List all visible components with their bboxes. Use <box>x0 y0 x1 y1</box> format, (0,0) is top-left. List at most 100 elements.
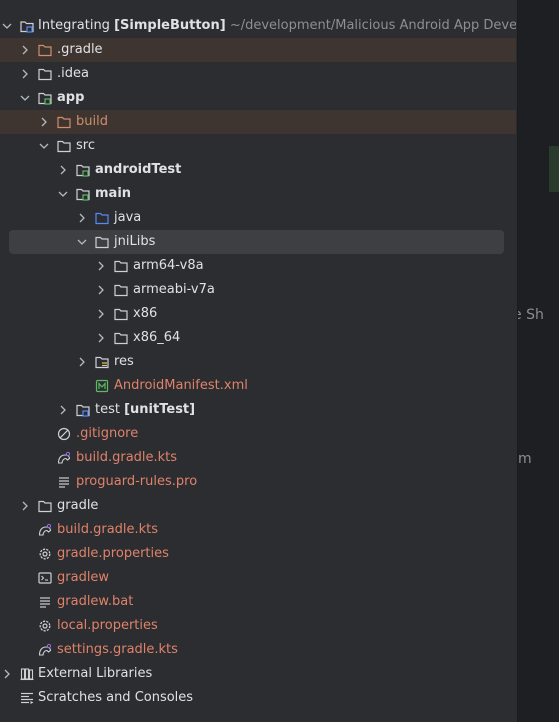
tree-label: arm64-v8a <box>133 258 204 273</box>
chevron-right-icon[interactable] <box>20 45 30 55</box>
tree-row-gitignore[interactable]: .gitignore <box>0 422 516 446</box>
libraries-icon <box>20 667 34 681</box>
tree-label: build.gradle.kts <box>76 450 178 465</box>
folder-icon <box>38 499 52 513</box>
chevron-down-icon[interactable] <box>39 141 49 151</box>
chevron-down-icon[interactable] <box>20 93 30 103</box>
tree-row-root-build-gradle[interactable]: build.gradle.kts <box>0 518 516 542</box>
tree-label: local.properties <box>57 618 158 633</box>
tree-row-proguard[interactable]: proguard-rules.pro <box>0 470 516 494</box>
tree-label: gradlew.bat <box>57 594 134 609</box>
manifest-file-icon <box>95 379 109 393</box>
tree-label: gradlew <box>57 570 110 585</box>
tree-row-gradle-dir[interactable]: .gradle <box>0 38 516 62</box>
tree-row-gradle-properties[interactable]: gradle.properties <box>0 542 516 566</box>
chevron-down-icon[interactable] <box>77 237 87 247</box>
tree-label: Scratches and Consoles <box>38 690 194 705</box>
chevron-right-icon[interactable] <box>96 285 106 295</box>
module-folder-icon <box>38 91 52 105</box>
tree-row-gradlew-bat[interactable]: gradlew.bat <box>0 590 516 614</box>
tree-row-app[interactable]: app <box>0 86 516 110</box>
tree-row-app-build-gradle[interactable]: build.gradle.kts <box>0 446 516 470</box>
shell-script-icon <box>38 571 52 585</box>
chevron-right-icon[interactable] <box>58 165 68 175</box>
chevron-right-icon[interactable] <box>2 669 12 679</box>
tree-label: settings.gradle.kts <box>57 642 178 657</box>
tree-row-external-libraries[interactable]: External Libraries <box>0 662 516 686</box>
chevron-right-icon[interactable] <box>96 309 106 319</box>
tree-row-java[interactable]: java <box>0 206 516 230</box>
tree-label: .gitignore <box>76 426 139 441</box>
tree-row-scratches[interactable]: Scratches and Consoles <box>0 686 516 710</box>
tree-label: Integrating [SimpleButton] ~/development… <box>38 14 516 38</box>
gradle-file-icon <box>57 451 71 465</box>
chevron-right-icon[interactable] <box>58 405 68 415</box>
tree-label: build <box>76 114 108 129</box>
chevron-right-icon[interactable] <box>39 117 49 127</box>
chevron-right-icon[interactable] <box>77 213 87 223</box>
project-module-icon <box>20 19 34 33</box>
tree-row-main[interactable]: main <box>0 182 516 206</box>
source-folder-icon <box>95 211 109 225</box>
project-name: Integrating <box>38 18 110 33</box>
settings-file-icon <box>38 547 52 561</box>
gradle-file-icon <box>38 523 52 537</box>
tree-label: proguard-rules.pro <box>76 474 198 489</box>
tree-label: app <box>57 90 85 105</box>
tree-label: src <box>76 138 95 153</box>
tree-row-gradle-folder[interactable]: gradle <box>0 494 516 518</box>
tree-label: .gradle <box>57 42 103 57</box>
tree-label: java <box>114 210 142 225</box>
chevron-right-icon[interactable] <box>20 501 30 511</box>
folder-icon <box>114 259 128 273</box>
chevron-right-icon[interactable] <box>96 333 106 343</box>
chevron-right-icon[interactable] <box>20 69 30 79</box>
tree-label: test [unitTest] <box>95 398 195 422</box>
tree-row-res[interactable]: res <box>0 350 516 374</box>
text-file-icon <box>38 595 52 609</box>
gitignore-file-icon <box>57 427 71 441</box>
project-tool-window: Integrating [SimpleButton] ~/development… <box>0 0 516 722</box>
folder-icon <box>57 139 71 153</box>
test-folder-icon <box>76 403 90 417</box>
tree-row-settings-gradle[interactable]: settings.gradle.kts <box>0 638 516 662</box>
tree-label: x86 <box>133 306 158 321</box>
tree-label: gradle.properties <box>57 546 169 561</box>
test-folder-icon <box>76 163 90 177</box>
editor-text-fragment: e Sh <box>518 307 544 323</box>
folder-icon <box>114 307 128 321</box>
test-folder-name: test <box>95 402 120 417</box>
tree-label: build.gradle.kts <box>57 522 159 537</box>
resources-folder-icon <box>95 355 109 369</box>
chevron-down-icon[interactable] <box>58 189 68 199</box>
tree-label: armeabi-v7a <box>133 282 215 297</box>
folder-icon <box>114 331 128 345</box>
tree-row-test[interactable]: test [unitTest] <box>0 398 516 422</box>
folder-icon <box>57 115 71 129</box>
tree-row-src[interactable]: src <box>0 134 516 158</box>
chevron-right-icon[interactable] <box>96 261 106 271</box>
tree-row-build[interactable]: build <box>0 110 516 134</box>
tree-label: jniLibs <box>114 234 156 249</box>
chevron-down-icon[interactable] <box>2 21 12 31</box>
folder-icon <box>95 235 109 249</box>
tree-row-x86-64[interactable]: x86_64 <box>0 326 516 350</box>
tree-label: AndroidManifest.xml <box>114 378 248 393</box>
tree-label: x86_64 <box>133 330 181 345</box>
tree-row-armeabi-v7a[interactable]: armeabi-v7a <box>0 278 516 302</box>
scratches-icon <box>20 691 34 705</box>
tree-row-jnilibs[interactable]: jniLibs <box>0 230 516 254</box>
chevron-right-icon[interactable] <box>77 357 87 367</box>
tree-row-gradlew[interactable]: gradlew <box>0 566 516 590</box>
tree-row-arm64-v8a[interactable]: arm64-v8a <box>0 254 516 278</box>
tree-row-androidtest[interactable]: androidTest <box>0 158 516 182</box>
tree-row-idea[interactable]: .idea <box>0 62 516 86</box>
tree-row-android-manifest[interactable]: AndroidManifest.xml <box>0 374 516 398</box>
tree-label: gradle <box>57 498 99 513</box>
editor-text-fragment: m <box>518 451 532 467</box>
tree-row-root[interactable]: Integrating [SimpleButton] ~/development… <box>0 14 516 38</box>
settings-file-icon <box>38 619 52 633</box>
project-path: ~/development/Malicious Android App Deve… <box>229 18 516 33</box>
tree-row-local-properties[interactable]: local.properties <box>0 614 516 638</box>
tree-row-x86[interactable]: x86 <box>0 302 516 326</box>
